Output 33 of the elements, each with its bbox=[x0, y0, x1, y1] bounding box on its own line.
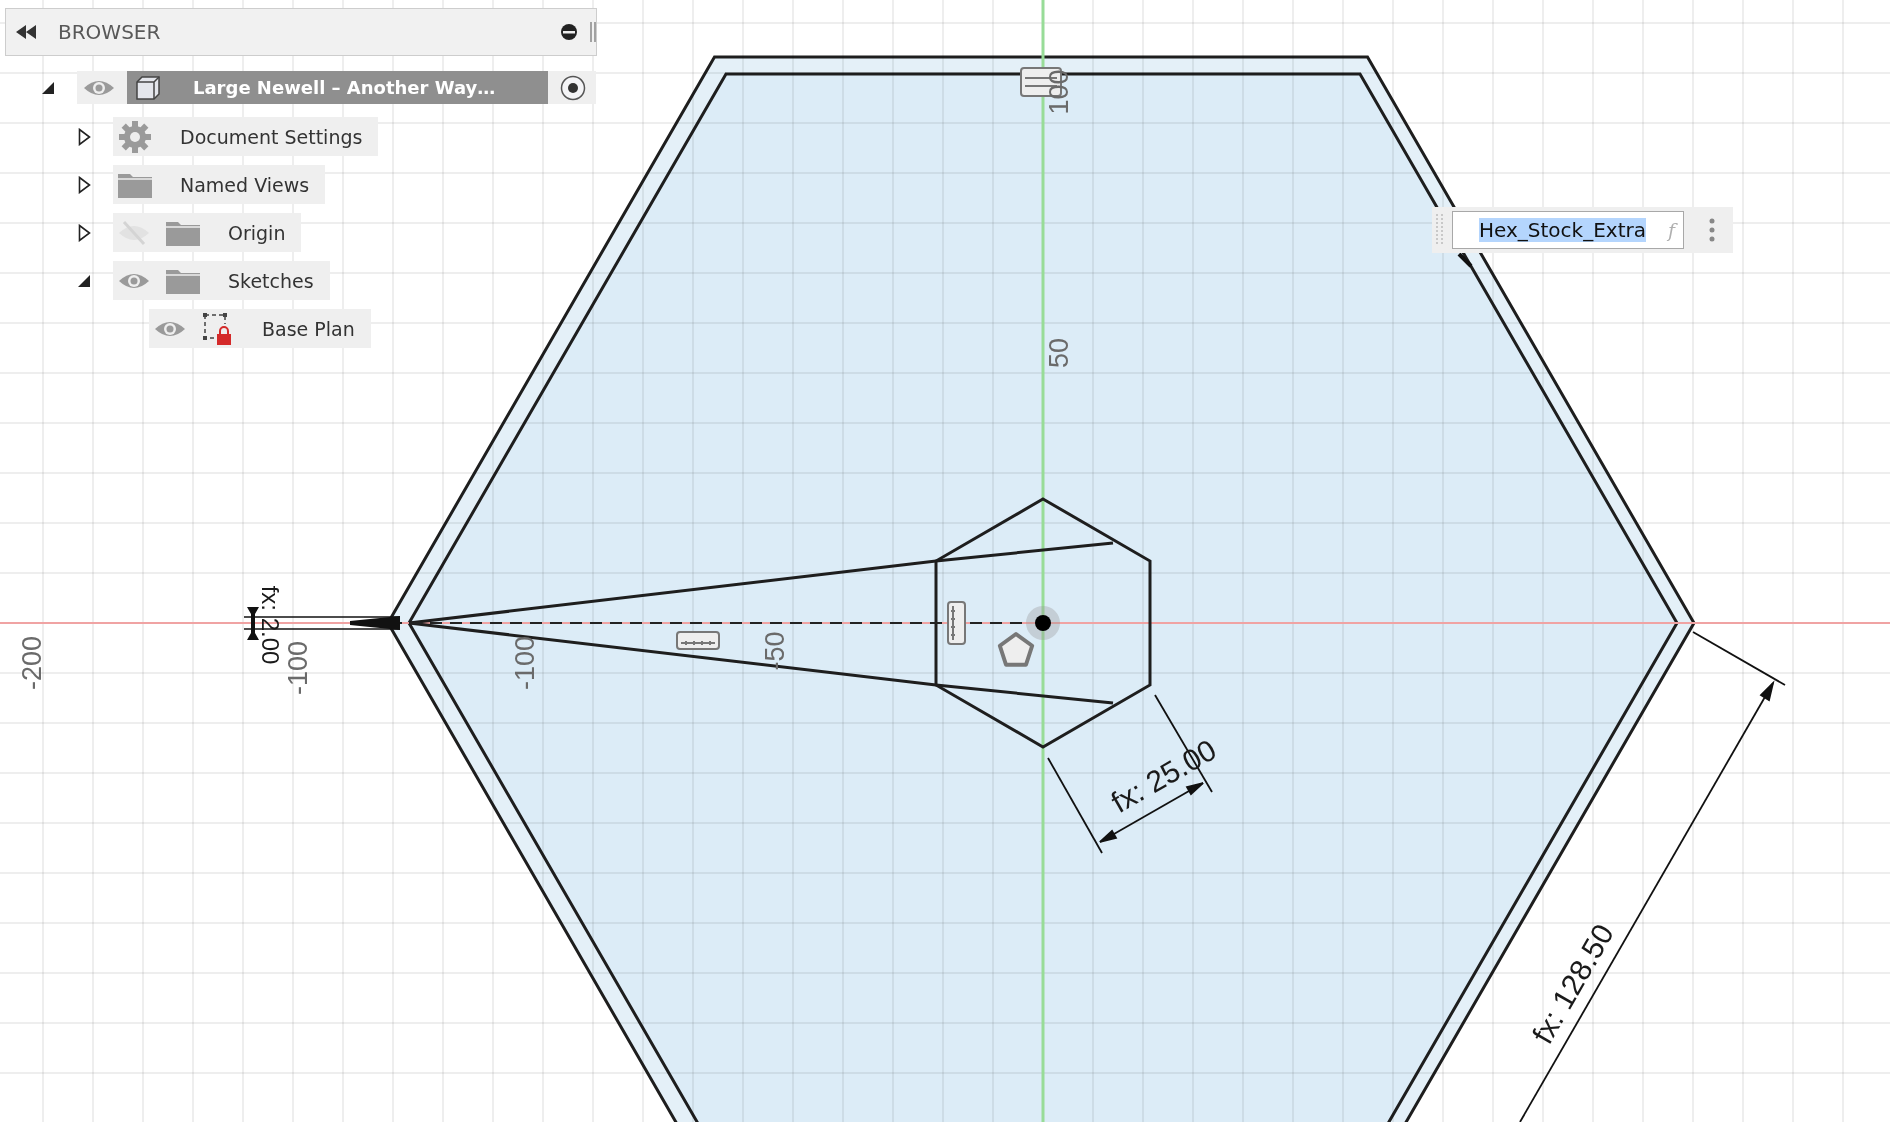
expand-arrow-icon[interactable] bbox=[77, 175, 91, 194]
radio-button-icon[interactable] bbox=[560, 74, 586, 101]
cube-icon bbox=[135, 74, 161, 101]
gear-icon[interactable] bbox=[118, 119, 152, 154]
folder-icon bbox=[118, 171, 152, 198]
folder-icon bbox=[166, 219, 200, 246]
tree-item[interactable]: Sketches bbox=[113, 261, 330, 300]
more-icon[interactable] bbox=[1709, 218, 1715, 242]
collapse-panel-icon[interactable] bbox=[16, 25, 38, 39]
constraint-icon[interactable] bbox=[947, 601, 966, 645]
tree-item[interactable]: Origin bbox=[113, 213, 302, 252]
axis-label: -200 bbox=[17, 636, 48, 690]
pentagon-icon[interactable] bbox=[997, 632, 1035, 667]
dimension-value[interactable]: fx: 2.00 bbox=[256, 585, 284, 665]
constraint-icon[interactable] bbox=[676, 631, 720, 650]
axis-label: -100 bbox=[510, 636, 541, 690]
collapse-arrow-icon[interactable] bbox=[77, 273, 91, 288]
axis-label: -100 bbox=[283, 641, 314, 695]
collapse-arrow-icon[interactable] bbox=[41, 80, 55, 95]
origin-point[interactable] bbox=[1026, 606, 1060, 640]
axis-label: -50 bbox=[760, 631, 791, 671]
tree-item[interactable]: Named Views bbox=[113, 165, 326, 204]
panel-title: BROWSER bbox=[58, 20, 161, 44]
minimize-icon[interactable] bbox=[560, 23, 578, 41]
tree-item[interactable]: Document Settings bbox=[113, 117, 379, 156]
sketch-lock-icon bbox=[202, 311, 234, 346]
tree-item[interactable]: Base Plan bbox=[149, 309, 371, 348]
axis-label: 50 bbox=[1044, 338, 1075, 368]
expand-arrow-icon[interactable] bbox=[77, 223, 91, 242]
axis-label: 100 bbox=[1044, 69, 1075, 115]
folder-icon bbox=[166, 267, 200, 294]
expand-arrow-icon[interactable] bbox=[77, 127, 91, 146]
resize-handle-icon[interactable] bbox=[590, 21, 596, 43]
